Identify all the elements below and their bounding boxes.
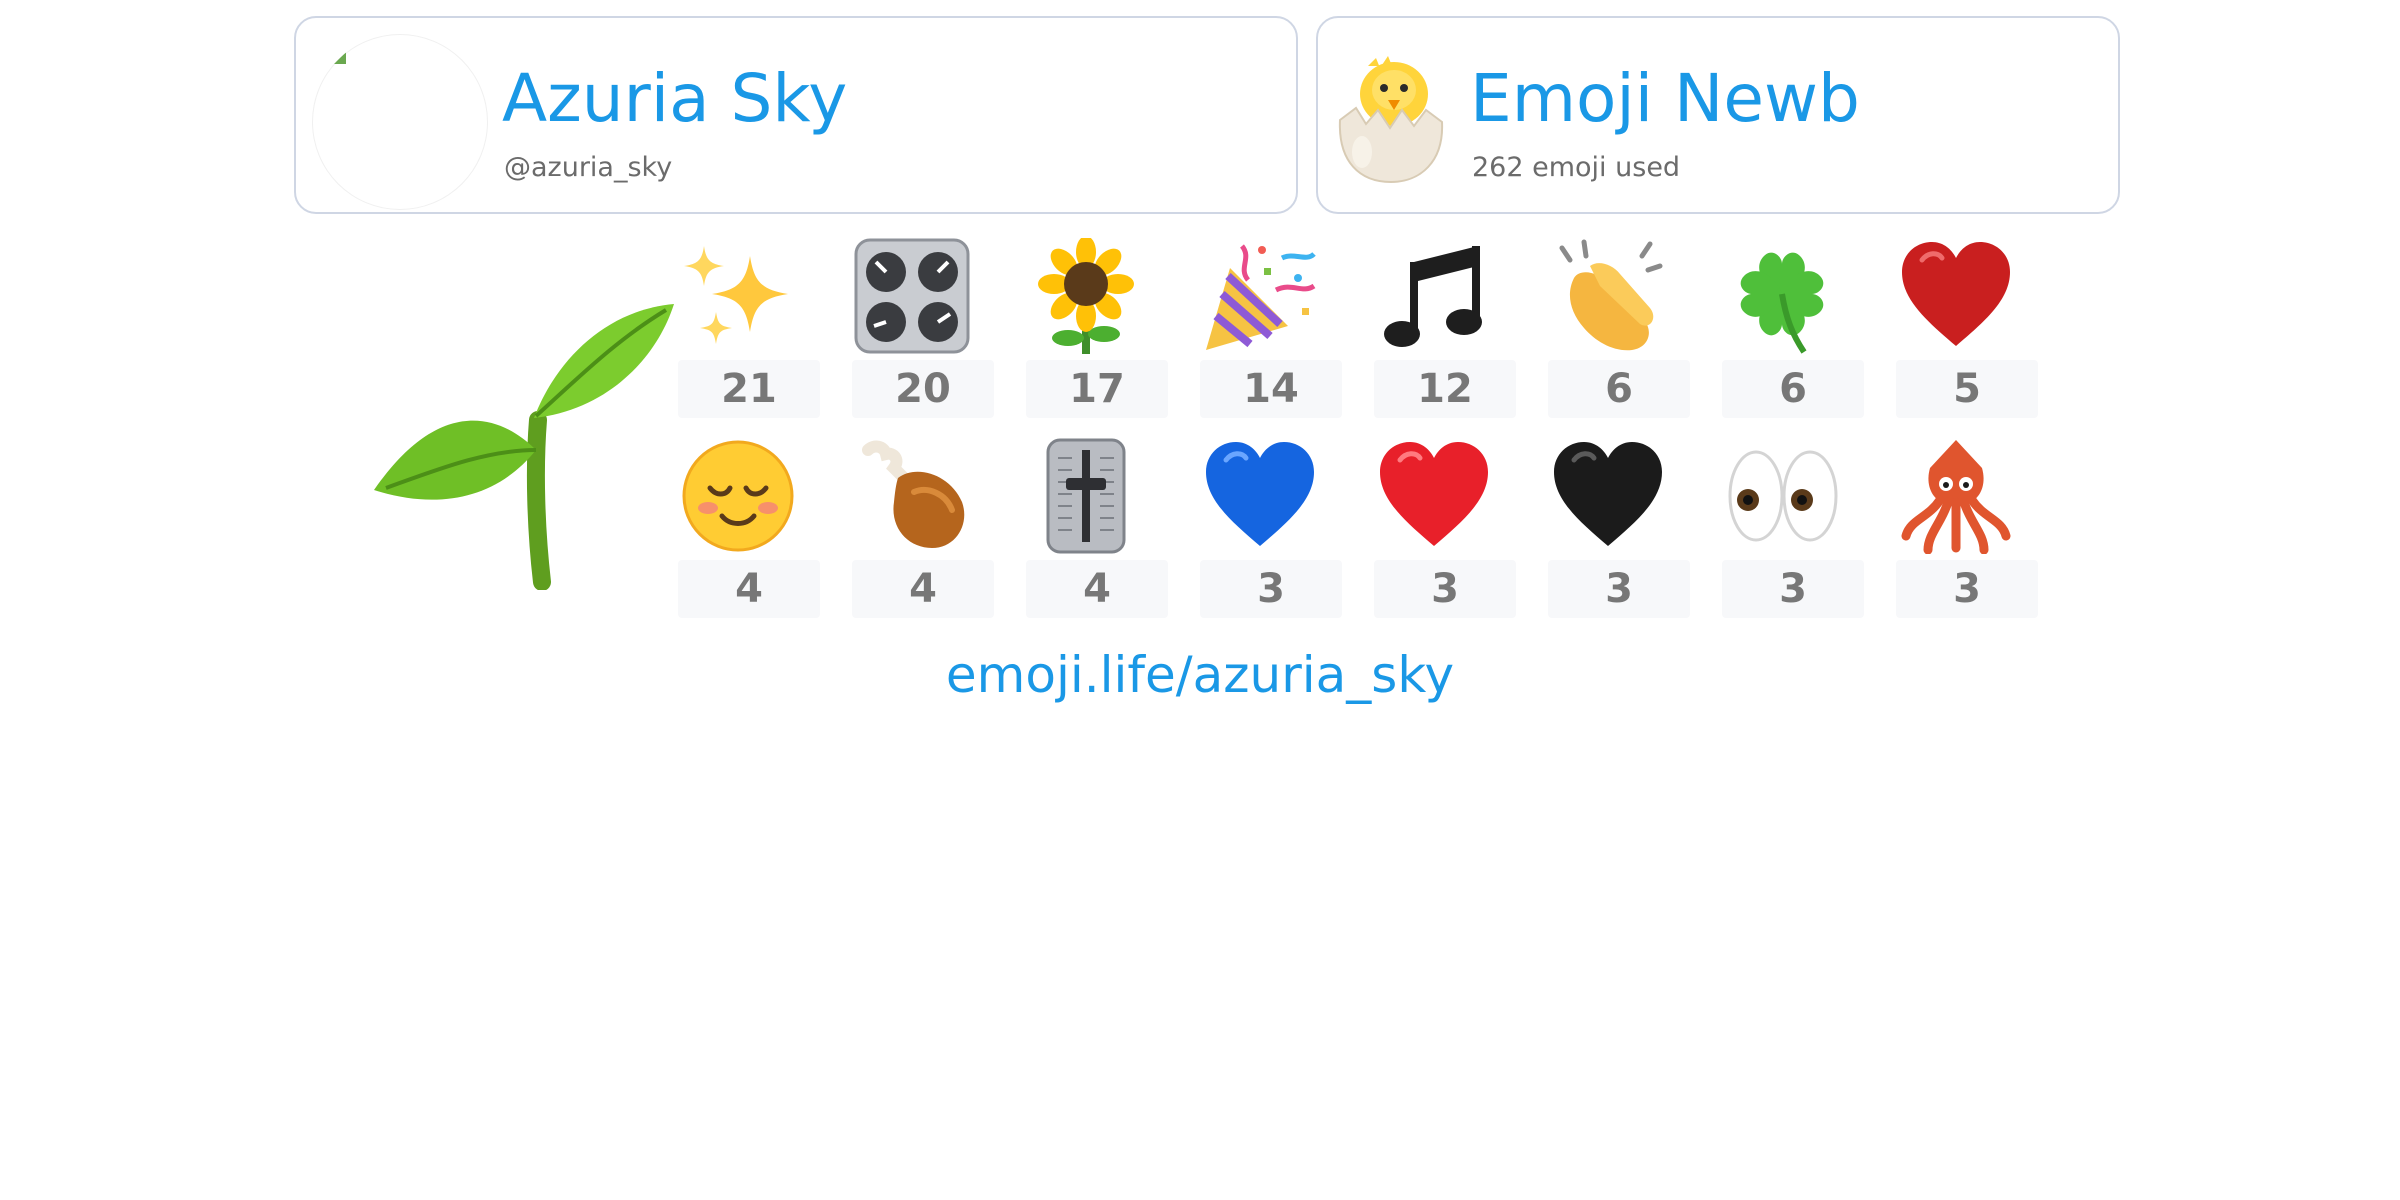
emoji-count: 3 <box>1200 560 1342 618</box>
level-slider-icon <box>1028 438 1144 554</box>
emoji-item-party-popper[interactable]: 14 <box>1200 234 1342 424</box>
emoji-count: 4 <box>1026 560 1168 618</box>
seedling-icon <box>374 304 674 590</box>
clapping-hands-icon <box>1550 238 1666 354</box>
emoji-item-eyes[interactable]: 3 <box>1722 434 1864 624</box>
emoji-count: 5 <box>1896 360 2038 418</box>
emoji-item-blue-heart[interactable]: 3 <box>1200 434 1342 624</box>
musical-note-icon <box>1376 238 1492 354</box>
emoji-count: 3 <box>1722 560 1864 618</box>
profile-handle: @azuria_sky <box>504 152 673 183</box>
sunflower-icon <box>1028 238 1144 354</box>
emoji-item-musical-note[interactable]: 12 <box>1374 234 1516 424</box>
avatar[interactable] <box>312 34 488 210</box>
emoji-count: 21 <box>678 360 820 418</box>
emoji-item-sunflower[interactable]: 17 <box>1026 234 1168 424</box>
emoji-item-squid[interactable]: 3 <box>1896 434 2038 624</box>
poultry-leg-icon <box>854 438 970 554</box>
blue-heart-icon <box>1202 438 1318 554</box>
black-heart-icon <box>1550 438 1666 554</box>
page: Azuria Sky @azuria_sky Emoji Newb 262 em… <box>0 0 2400 1200</box>
emoji-item-four-leaf-clover[interactable]: 6 <box>1722 234 1864 424</box>
emoji-item-control-knobs[interactable]: 20 <box>852 234 994 424</box>
broken-image-icon <box>332 50 346 64</box>
emoji-count: 6 <box>1722 360 1864 418</box>
emoji-item-clapping-hands[interactable]: 6 <box>1548 234 1690 424</box>
emoji-count: 3 <box>1896 560 2038 618</box>
emoji-count: 17 <box>1026 360 1168 418</box>
profile-link[interactable]: emoji.life/azuria_sky <box>0 650 2400 700</box>
emoji-item-poultry-leg[interactable]: 4 <box>852 434 994 624</box>
emoji-item-level-slider[interactable]: 4 <box>1026 434 1168 624</box>
red-heart-icon <box>1376 438 1492 554</box>
red-heart-suit-icon <box>1898 238 2014 354</box>
emoji-item-heart-suit[interactable]: 5 <box>1896 234 2038 424</box>
hatching-chick-icon <box>1338 56 1444 184</box>
emoji-item-sparkles[interactable]: 21 <box>678 234 820 424</box>
emoji-count: 6 <box>1548 360 1690 418</box>
emoji-item-red-heart[interactable]: 3 <box>1374 434 1516 624</box>
emoji-count: 3 <box>1374 560 1516 618</box>
emoji-count: 12 <box>1374 360 1516 418</box>
emoji-item-smiling-face[interactable]: 4 <box>678 434 820 624</box>
emoji-count: 4 <box>852 560 994 618</box>
emoji-count: 3 <box>1548 560 1690 618</box>
emoji-count: 14 <box>1200 360 1342 418</box>
profile-card: Azuria Sky @azuria_sky <box>294 16 1298 214</box>
sparkles-icon <box>680 238 796 354</box>
emoji-item-black-heart[interactable]: 3 <box>1548 434 1690 624</box>
rank-title: Emoji Newb <box>1470 60 1860 137</box>
emoji-count: 4 <box>678 560 820 618</box>
smiling-face-icon <box>680 438 796 554</box>
emoji-count: 20 <box>852 360 994 418</box>
control-knobs-icon <box>854 238 970 354</box>
party-popper-icon <box>1202 238 1318 354</box>
rank-card: Emoji Newb 262 emoji used <box>1316 16 2120 214</box>
four-leaf-clover-icon <box>1724 238 1840 354</box>
eyes-icon <box>1724 438 1840 554</box>
squid-icon <box>1898 438 2014 554</box>
rank-subtitle: 262 emoji used <box>1472 152 1681 183</box>
profile-display-name: Azuria Sky <box>502 60 848 137</box>
